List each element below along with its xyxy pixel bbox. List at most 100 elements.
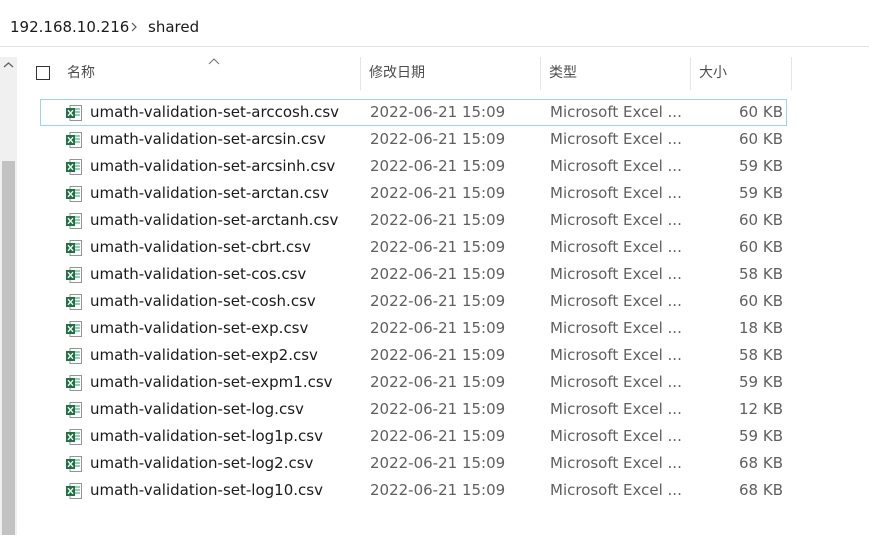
file-size: 58 KB (739, 265, 783, 283)
excel-csv-file-icon (66, 294, 82, 310)
column-header-size[interactable]: 大小 (699, 57, 727, 90)
file-row[interactable]: umath-validation-set-cos.csv 2022-06-21 1… (40, 261, 787, 288)
excel-csv-file-icon (66, 186, 82, 202)
file-type: Microsoft Excel ... (550, 130, 682, 148)
excel-csv-file-icon (66, 429, 82, 445)
file-name: umath-validation-set-log.csv (90, 400, 304, 418)
column-header-row: 名称 修改日期 类型 大小 (17, 57, 869, 90)
column-divider[interactable] (360, 57, 361, 90)
column-header-date[interactable]: 修改日期 (369, 57, 425, 90)
file-row[interactable]: umath-validation-set-arcsin.csv 2022-06-2… (40, 126, 787, 153)
scrollbar-thumb[interactable] (2, 161, 15, 535)
file-type: Microsoft Excel ... (550, 103, 682, 121)
file-row[interactable]: umath-validation-set-arctanh.csv 2022-06-… (40, 207, 787, 234)
file-name: umath-validation-set-log2.csv (90, 454, 314, 472)
file-modified-date: 2022-06-21 15:09 (370, 427, 506, 445)
file-name: umath-validation-set-exp.csv (90, 319, 309, 337)
file-type: Microsoft Excel ... (550, 211, 682, 229)
file-modified-date: 2022-06-21 15:09 (370, 400, 506, 418)
file-type: Microsoft Excel ... (550, 454, 682, 472)
file-name: umath-validation-set-log10.csv (90, 481, 323, 499)
file-modified-date: 2022-06-21 15:09 (370, 184, 506, 202)
file-modified-date: 2022-06-21 15:09 (370, 454, 506, 472)
address-bar[interactable]: 192.168.10.216 shared (0, 0, 869, 47)
file-type: Microsoft Excel ... (550, 238, 682, 256)
breadcrumb-item-host[interactable]: 192.168.10.216 (10, 17, 129, 37)
scroll-up-arrow-icon[interactable] (0, 57, 17, 74)
file-row[interactable]: umath-validation-set-exp.csv 2022-06-21 1… (40, 315, 787, 342)
file-size: 60 KB (739, 292, 783, 310)
excel-csv-file-icon (66, 402, 82, 418)
file-name: umath-validation-set-cos.csv (90, 265, 307, 283)
file-type: Microsoft Excel ... (550, 346, 682, 364)
file-row[interactable]: umath-validation-set-log2.csv 2022-06-21 … (40, 450, 787, 477)
excel-csv-file-icon (66, 132, 82, 148)
file-size: 59 KB (739, 373, 783, 391)
file-modified-date: 2022-06-21 15:09 (370, 211, 506, 229)
file-modified-date: 2022-06-21 15:09 (370, 103, 506, 121)
file-row[interactable]: umath-validation-set-log10.csv 2022-06-21… (40, 477, 787, 504)
file-size: 59 KB (739, 184, 783, 202)
column-header-name[interactable]: 名称 (67, 57, 95, 90)
chevron-right-icon[interactable] (127, 17, 141, 37)
excel-csv-file-icon (66, 456, 82, 472)
file-modified-date: 2022-06-21 15:09 (370, 481, 506, 499)
excel-csv-file-icon (66, 348, 82, 364)
breadcrumb-item-folder[interactable]: shared (148, 17, 199, 37)
file-row[interactable]: umath-validation-set-cosh.csv 2022-06-21 … (40, 288, 787, 315)
file-size: 58 KB (739, 346, 783, 364)
file-row[interactable]: umath-validation-set-cbrt.csv 2022-06-21 … (40, 234, 787, 261)
file-type: Microsoft Excel ... (550, 265, 682, 283)
file-size: 68 KB (739, 454, 783, 472)
file-type: Microsoft Excel ... (550, 400, 682, 418)
column-divider[interactable] (690, 57, 691, 90)
file-type: Microsoft Excel ... (550, 319, 682, 337)
file-type: Microsoft Excel ... (550, 184, 682, 202)
file-name: umath-validation-set-log1p.csv (90, 427, 323, 445)
file-row[interactable]: umath-validation-set-arctan.csv 2022-06-2… (40, 180, 787, 207)
file-name: umath-validation-set-arcsin.csv (90, 130, 326, 148)
file-modified-date: 2022-06-21 15:09 (370, 292, 506, 310)
file-name: umath-validation-set-cbrt.csv (90, 238, 311, 256)
column-divider[interactable] (540, 57, 541, 90)
file-size: 12 KB (739, 400, 783, 418)
excel-csv-file-icon (66, 159, 82, 175)
file-size: 59 KB (739, 427, 783, 445)
excel-csv-file-icon (66, 240, 82, 256)
column-header-type[interactable]: 类型 (549, 57, 577, 90)
file-size: 60 KB (739, 238, 783, 256)
file-modified-date: 2022-06-21 15:09 (370, 130, 506, 148)
file-row[interactable]: umath-validation-set-arccosh.csv 2022-06-… (40, 99, 787, 126)
file-row[interactable]: umath-validation-set-exp2.csv 2022-06-21 … (40, 342, 787, 369)
file-type: Microsoft Excel ... (550, 373, 682, 391)
file-modified-date: 2022-06-21 15:09 (370, 319, 506, 337)
file-type: Microsoft Excel ... (550, 157, 682, 175)
file-size: 59 KB (739, 157, 783, 175)
excel-csv-file-icon (66, 105, 82, 121)
file-row[interactable]: umath-validation-set-log.csv 2022-06-21 1… (40, 396, 787, 423)
file-row[interactable]: umath-validation-set-arcsinh.csv 2022-06-… (40, 153, 787, 180)
file-list-pane: 名称 修改日期 类型 大小 umath-validation-set-arcco… (0, 57, 869, 535)
excel-csv-file-icon (66, 267, 82, 283)
select-all-checkbox[interactable] (36, 66, 50, 80)
excel-csv-file-icon (66, 321, 82, 337)
file-name: umath-validation-set-arccosh.csv (90, 103, 340, 121)
file-size: 60 KB (739, 211, 783, 229)
file-row[interactable]: umath-validation-set-expm1.csv 2022-06-21… (40, 369, 787, 396)
file-name: umath-validation-set-exp2.csv (90, 346, 318, 364)
file-type: Microsoft Excel ... (550, 427, 682, 445)
file-name: umath-validation-set-arctan.csv (90, 184, 329, 202)
file-modified-date: 2022-06-21 15:09 (370, 265, 506, 283)
file-row[interactable]: umath-validation-set-log1p.csv 2022-06-21… (40, 423, 787, 450)
excel-csv-file-icon (66, 213, 82, 229)
file-type: Microsoft Excel ... (550, 292, 682, 310)
file-size: 60 KB (739, 130, 783, 148)
column-divider[interactable] (791, 57, 792, 90)
file-modified-date: 2022-06-21 15:09 (370, 238, 506, 256)
file-name: umath-validation-set-expm1.csv (90, 373, 333, 391)
file-type: Microsoft Excel ... (550, 481, 682, 499)
file-modified-date: 2022-06-21 15:09 (370, 373, 506, 391)
vertical-scrollbar[interactable] (0, 57, 17, 535)
file-modified-date: 2022-06-21 15:09 (370, 157, 506, 175)
file-name: umath-validation-set-arcsinh.csv (90, 157, 336, 175)
